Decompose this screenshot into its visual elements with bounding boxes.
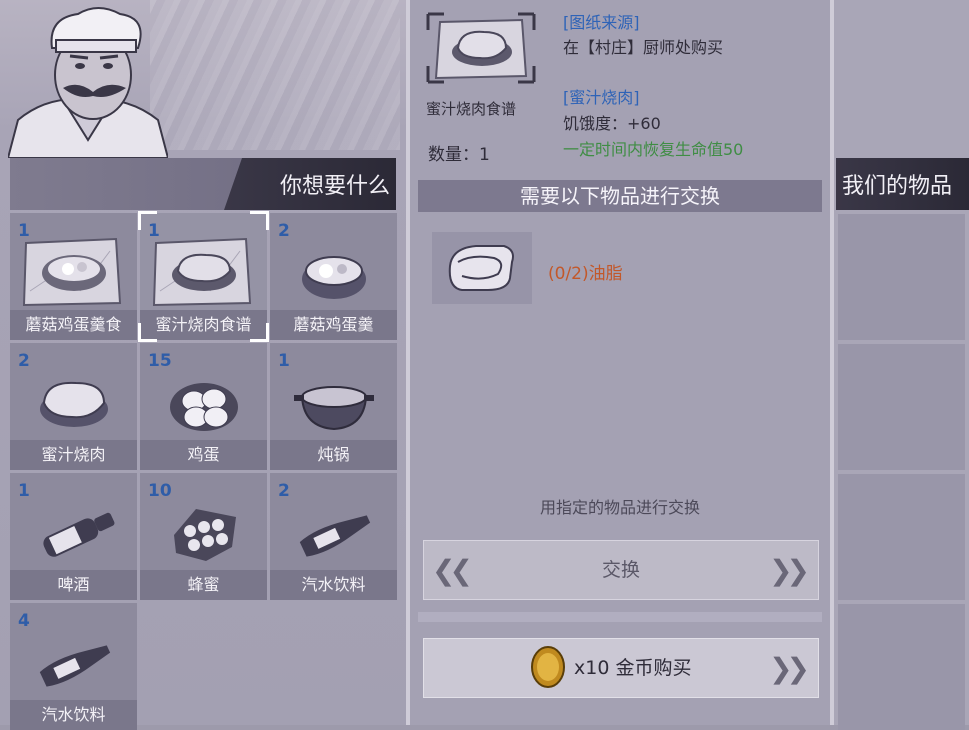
item-label: 啤酒 [10, 570, 137, 600]
shop-item[interactable]: 1 炖锅 [270, 343, 397, 470]
source-title: [图纸来源] [563, 13, 640, 32]
inventory-slot[interactable] [838, 474, 965, 600]
item-label: 蘑菇鸡蛋羹 [270, 310, 397, 340]
shop-title-tab[interactable]: 你想要什么 [224, 158, 396, 210]
mushroom-egg-custard-icon [302, 256, 366, 299]
shop-item[interactable]: 2 汽水饮料 [270, 473, 397, 600]
shop-header: 你想要什么 [10, 158, 396, 210]
recipe-quantity: 数量：1 [428, 145, 490, 165]
buy-button-label: x10 金币购买 [574, 657, 692, 679]
shop-item[interactable]: 10 蜂蜜 [140, 473, 267, 600]
shop-title: 你想要什么 [279, 174, 390, 199]
shop-item[interactable]: 2 蘑菇鸡蛋羹 [270, 213, 397, 340]
item-label: 蘑菇鸡蛋羹食 [10, 310, 137, 340]
divider [418, 612, 822, 622]
inventory-slot[interactable] [838, 344, 965, 470]
item-label: 炖锅 [270, 440, 397, 470]
honey-roast-meat-icon [40, 381, 108, 427]
exchange-header: 需要以下物品进行交换 [418, 180, 822, 212]
soda-bottle-icon [299, 515, 371, 557]
item-label: 鸡蛋 [140, 440, 267, 470]
shop-item[interactable]: 15 鸡蛋 [140, 343, 267, 470]
item-title: [蜜汁烧肉] [563, 88, 640, 107]
shop-item[interactable]: 2 蜜汁烧肉 [10, 343, 137, 470]
item-label: 汽水饮料 [270, 570, 397, 600]
inventory-title: 我们的物品 [842, 174, 953, 199]
item-label: 蜜汁烧肉 [10, 440, 137, 470]
selection-corner [138, 323, 157, 342]
inventory-slot[interactable] [838, 214, 965, 340]
divider [406, 0, 410, 725]
stew-pot-icon [294, 386, 374, 431]
shop-item[interactable]: 1 蘑菇鸡蛋羹食 [10, 213, 137, 340]
item-effect: 一定时间内恢复生命值50 [563, 140, 744, 159]
exchange-button[interactable]: ❮❮ 交换 ❯❯ [423, 540, 819, 600]
eggs-icon [170, 383, 238, 431]
recipe-honey-roast-meat-icon [426, 12, 536, 84]
shop-item-selected[interactable]: 1 蜜汁烧肉食谱 [138, 211, 269, 342]
selection-corner [250, 323, 269, 342]
ingredient-slot[interactable] [432, 232, 532, 304]
honeycomb-icon [174, 509, 236, 561]
chef-portrait [8, 7, 168, 158]
beer-bottle-icon [43, 512, 115, 557]
recipe-honey-roast-meat-icon [152, 237, 252, 307]
selection-corner [138, 211, 157, 230]
gold-coin-icon [531, 646, 565, 688]
inventory-slot[interactable] [838, 604, 965, 730]
chevron-right-icon: ❯❯ [769, 652, 810, 685]
selection-corner [250, 211, 269, 230]
source-text: 在【村庄】厨师处购买 [563, 38, 724, 57]
shop-item[interactable]: 1 啤酒 [10, 473, 137, 600]
exchange-button-label: 交换 [601, 559, 640, 581]
inventory-header[interactable]: 我们的物品 [836, 158, 969, 210]
item-label: 蜂蜜 [140, 570, 267, 600]
item-label: 汽水饮料 [10, 700, 137, 730]
exchange-hint: 用指定的物品进行交换 [539, 498, 700, 517]
soda-bottle-icon [39, 645, 111, 687]
item-label: 蜜汁烧肉食谱 [140, 310, 267, 340]
shop-item[interactable]: 4 汽水饮料 [10, 603, 137, 730]
recipe-name: 蜜汁烧肉食谱 [426, 100, 517, 118]
ingredient-requirement: (0/2)油脂 [548, 264, 623, 284]
background-texture [150, 0, 400, 150]
grease-roll-icon [448, 245, 514, 291]
hunger-stat: 饥饿度：+60 [563, 114, 661, 133]
buy-with-gold-button[interactable]: x10 金币购买 ❯❯ [423, 638, 819, 698]
recipe-mushroom-egg-custard-icon [22, 237, 122, 307]
chevron-right-icon: ❯❯ [769, 554, 810, 587]
